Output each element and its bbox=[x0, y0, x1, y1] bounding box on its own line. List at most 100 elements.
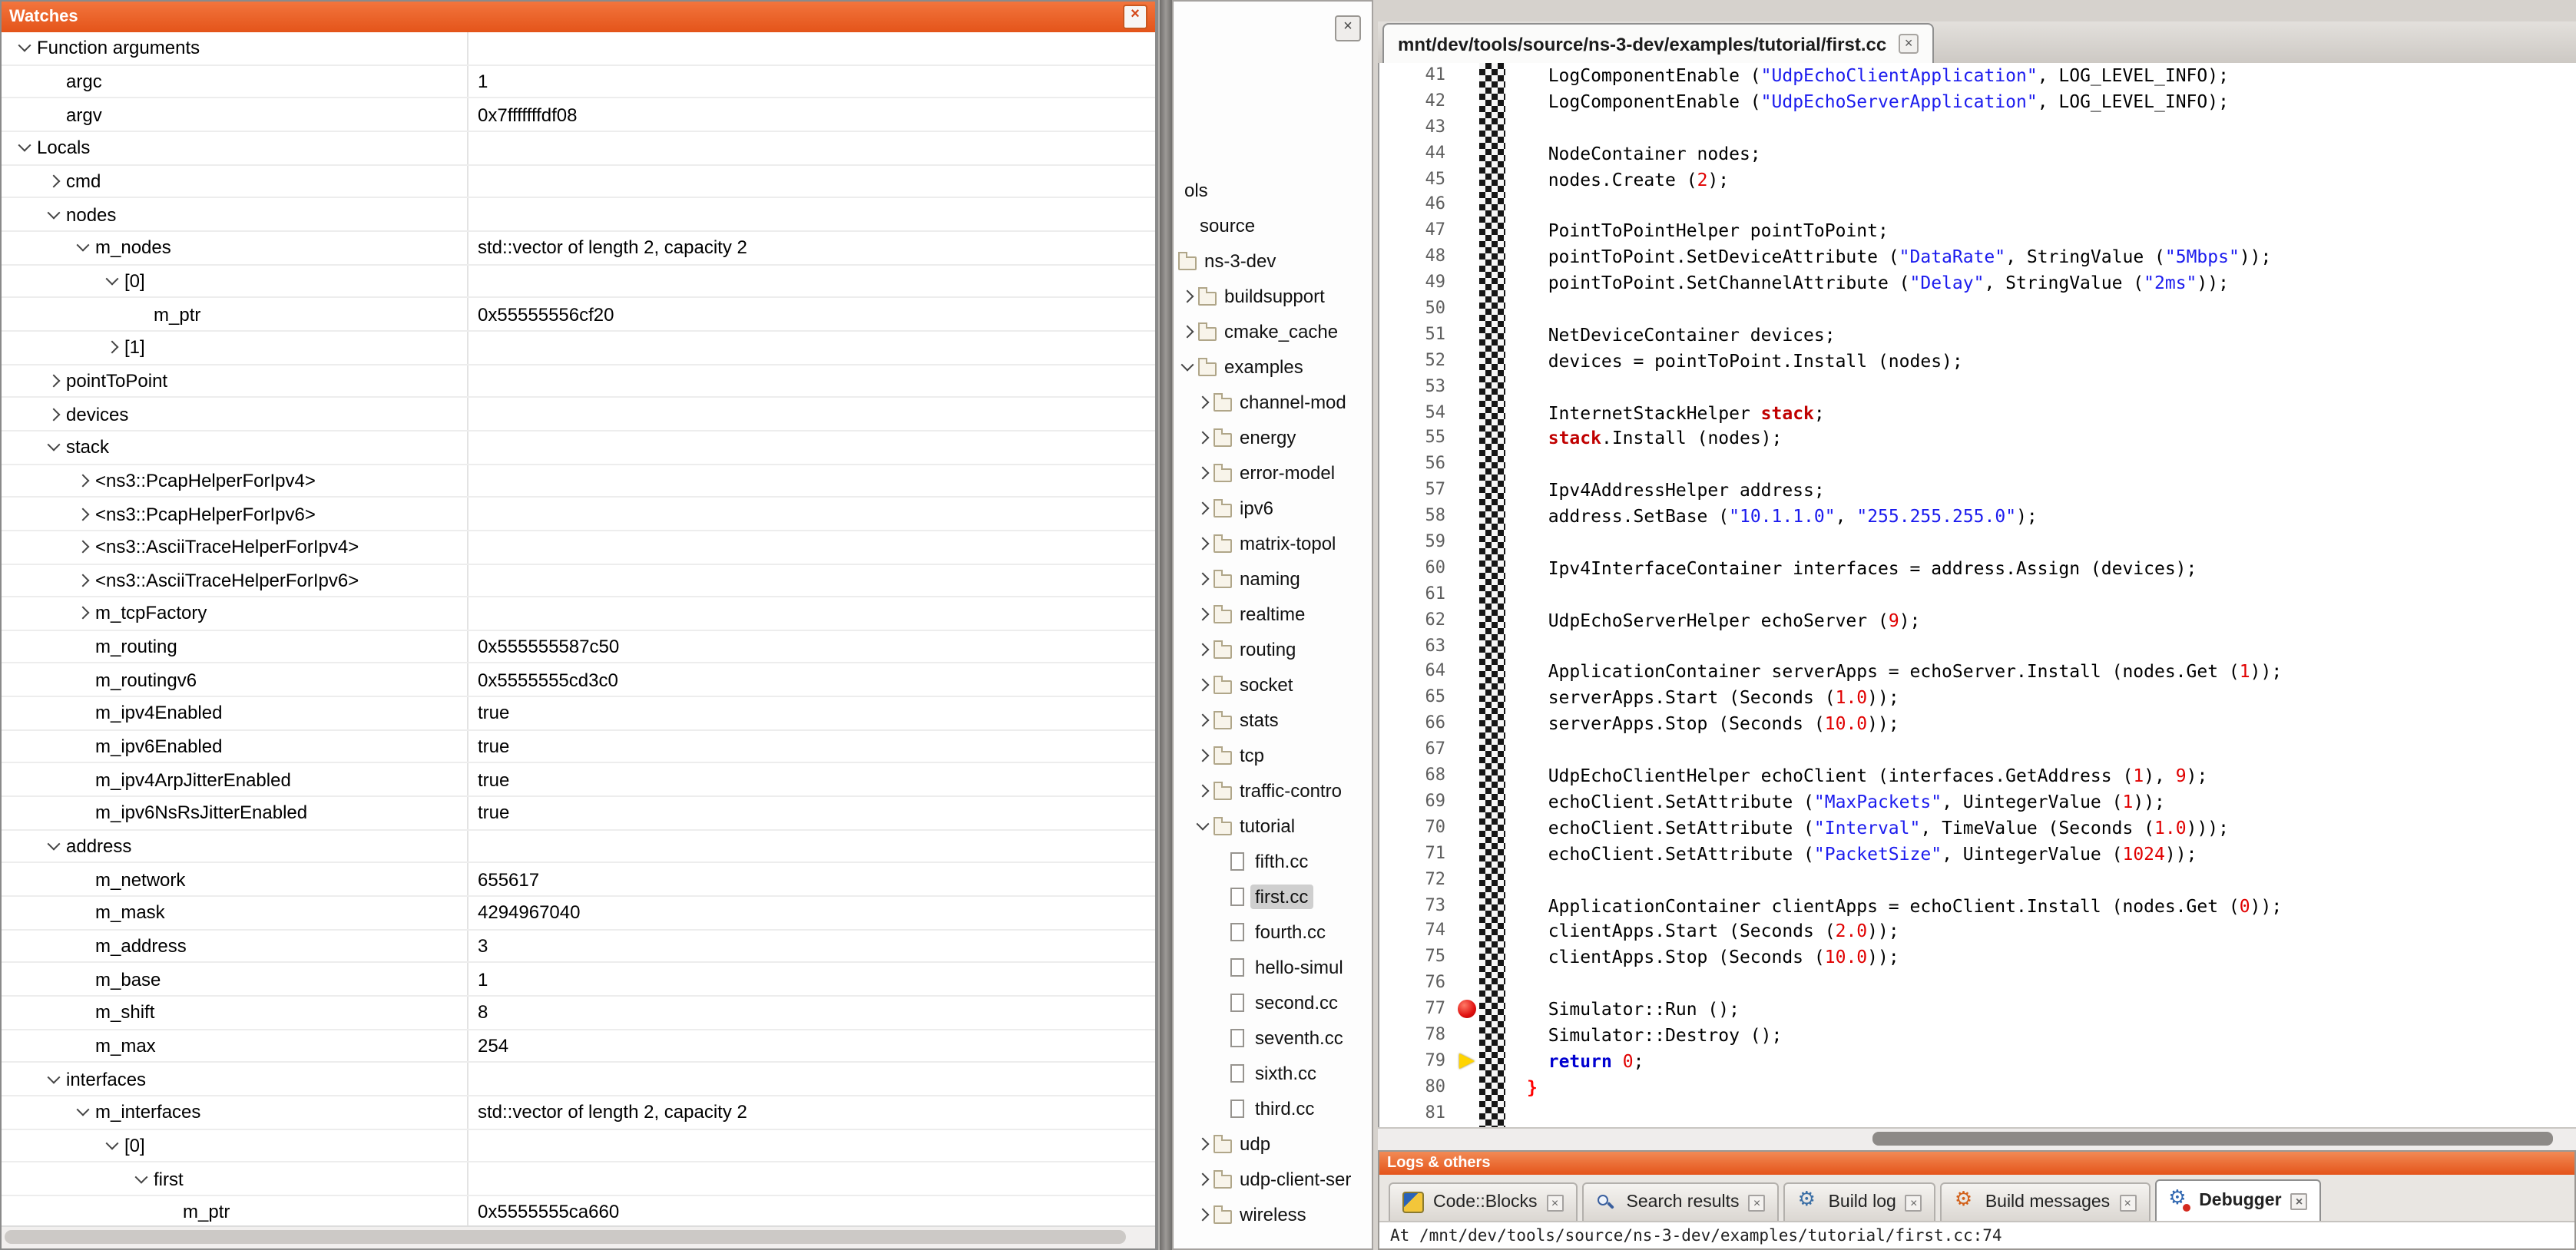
chevron-right-icon[interactable] bbox=[1192, 397, 1212, 406]
marker-margin[interactable] bbox=[1456, 633, 1479, 660]
code-area[interactable]: 41 LogComponentEnable ("UdpEchoClientApp… bbox=[1378, 63, 2576, 1129]
chevron-right-icon[interactable] bbox=[1192, 1174, 1212, 1183]
tree-item-ipv6[interactable]: ipv6 bbox=[1174, 490, 1372, 525]
log-tab-build-messages[interactable]: Build messages× bbox=[1941, 1182, 2150, 1221]
code-line[interactable]: 79 return 0; bbox=[1379, 1049, 2576, 1075]
close-icon[interactable]: × bbox=[1906, 1194, 1922, 1211]
code-line[interactable]: 61 bbox=[1379, 582, 2576, 608]
watch-row[interactable]: <ns3::PcapHelperForIpv4> bbox=[2, 465, 1155, 498]
watch-row[interactable]: m_ipv6NsRsJitterEnabledtrue bbox=[2, 797, 1155, 830]
watches-titlebar[interactable]: Watches × bbox=[2, 2, 1155, 32]
chevron-right-icon[interactable] bbox=[43, 409, 63, 418]
marker-margin[interactable] bbox=[1456, 349, 1479, 375]
tree-item-channel-mod[interactable]: channel-mod bbox=[1174, 384, 1372, 419]
watch-row[interactable]: nodes bbox=[2, 199, 1155, 232]
line-number[interactable]: 81 bbox=[1379, 1100, 1456, 1126]
chevron-down-icon[interactable] bbox=[1192, 821, 1212, 830]
tree-item-realtime[interactable]: realtime bbox=[1174, 596, 1372, 631]
line-number[interactable]: 57 bbox=[1379, 478, 1456, 504]
line-number[interactable]: 68 bbox=[1379, 763, 1456, 789]
chevron-down-icon[interactable] bbox=[72, 243, 92, 253]
marker-margin[interactable] bbox=[1456, 867, 1479, 893]
code-line[interactable]: 72 bbox=[1379, 867, 2576, 893]
close-icon[interactable]: × bbox=[1749, 1194, 1766, 1211]
line-number[interactable]: 66 bbox=[1379, 712, 1456, 738]
line-number[interactable]: 45 bbox=[1379, 167, 1456, 193]
watch-row[interactable]: m_ptr0x5555555ca660 bbox=[2, 1196, 1155, 1225]
tree-item-error-model[interactable]: error-model bbox=[1174, 455, 1372, 490]
watch-row[interactable]: m_routingv60x5555555cd3c0 bbox=[2, 664, 1155, 697]
marker-margin[interactable] bbox=[1456, 400, 1479, 426]
code-line[interactable]: 44 NodeContainer nodes; bbox=[1379, 141, 2576, 167]
chevron-right-icon[interactable] bbox=[1192, 468, 1212, 477]
close-icon[interactable]: × bbox=[2291, 1192, 2308, 1209]
watch-row[interactable]: m_address3 bbox=[2, 930, 1155, 963]
watch-row[interactable]: m_routing0x555555587c50 bbox=[2, 631, 1155, 664]
line-number[interactable]: 42 bbox=[1379, 89, 1456, 115]
marker-margin[interactable] bbox=[1456, 556, 1479, 582]
chevron-down-icon[interactable] bbox=[14, 44, 34, 53]
watch-row[interactable]: pointToPoint bbox=[2, 365, 1155, 398]
watch-row[interactable]: <ns3::AsciiTraceHelperForIpv6> bbox=[2, 564, 1155, 597]
line-number[interactable]: 58 bbox=[1379, 504, 1456, 530]
scrollbar-thumb[interactable] bbox=[1872, 1132, 2553, 1146]
watch-row[interactable]: address bbox=[2, 831, 1155, 864]
line-number[interactable]: 60 bbox=[1379, 556, 1456, 582]
line-number[interactable]: 80 bbox=[1379, 1074, 1456, 1100]
marker-margin[interactable] bbox=[1456, 660, 1479, 686]
code-line[interactable]: 54 InternetStackHelper stack; bbox=[1379, 400, 2576, 426]
marker-margin[interactable] bbox=[1456, 530, 1479, 556]
marker-margin[interactable] bbox=[1456, 789, 1479, 815]
line-number[interactable]: 54 bbox=[1379, 400, 1456, 426]
tree-item-fourth.cc[interactable]: fourth.cc bbox=[1174, 914, 1372, 949]
watch-row[interactable]: Function arguments bbox=[2, 32, 1155, 65]
code-line[interactable]: 74 clientApps.Start (Seconds (2.0)); bbox=[1379, 919, 2576, 945]
line-number[interactable]: 76 bbox=[1379, 971, 1456, 997]
chevron-right-icon[interactable] bbox=[1192, 785, 1212, 795]
code-line[interactable]: 78 Simulator::Destroy (); bbox=[1379, 1023, 2576, 1049]
close-icon[interactable]: × bbox=[1335, 15, 1361, 41]
watch-row[interactable]: m_mask4294967040 bbox=[2, 897, 1155, 930]
close-icon[interactable]: × bbox=[1123, 5, 1147, 29]
chevron-down-icon[interactable] bbox=[43, 842, 63, 851]
marker-margin[interactable] bbox=[1456, 452, 1479, 478]
marker-margin[interactable] bbox=[1456, 89, 1479, 115]
chevron-right-icon[interactable] bbox=[1192, 503, 1212, 512]
line-number[interactable]: 69 bbox=[1379, 789, 1456, 815]
watch-row[interactable]: m_ptr0x55555556cf20 bbox=[2, 299, 1155, 332]
watches-horizontal-scrollbar[interactable] bbox=[2, 1225, 1155, 1248]
watch-row[interactable]: <ns3::PcapHelperForIpv6> bbox=[2, 498, 1155, 531]
code-line[interactable]: 66 serverApps.Stop (Seconds (10.0)); bbox=[1379, 712, 2576, 738]
tree-item-sixth.cc[interactable]: sixth.cc bbox=[1174, 1055, 1372, 1090]
tree-item-hello-simul[interactable]: hello-simul bbox=[1174, 949, 1372, 984]
tree-item-routing[interactable]: routing bbox=[1174, 631, 1372, 666]
line-number[interactable]: 48 bbox=[1379, 244, 1456, 270]
chevron-right-icon[interactable] bbox=[72, 542, 92, 551]
code-line[interactable]: 53 bbox=[1379, 374, 2576, 400]
line-number[interactable]: 56 bbox=[1379, 452, 1456, 478]
watch-row[interactable]: [1] bbox=[2, 332, 1155, 365]
log-tab-debugger[interactable]: Debugger× bbox=[2154, 1179, 2321, 1221]
tree-item-energy[interactable]: energy bbox=[1174, 419, 1372, 455]
line-number[interactable]: 46 bbox=[1379, 193, 1456, 219]
code-line[interactable]: 46 bbox=[1379, 193, 2576, 219]
marker-margin[interactable] bbox=[1456, 893, 1479, 919]
code-line[interactable]: 65 serverApps.Start (Seconds (1.0)); bbox=[1379, 686, 2576, 712]
tree-item-tcp[interactable]: tcp bbox=[1174, 737, 1372, 772]
chevron-right-icon[interactable] bbox=[1192, 750, 1212, 759]
tree-item-socket[interactable]: socket bbox=[1174, 666, 1372, 702]
line-number[interactable]: 65 bbox=[1379, 686, 1456, 712]
code-line[interactable]: 62 UdpEchoServerHelper echoServer (9); bbox=[1379, 607, 2576, 633]
line-number[interactable]: 59 bbox=[1379, 530, 1456, 556]
code-line[interactable]: 50 bbox=[1379, 296, 2576, 322]
code-line[interactable]: 81 bbox=[1379, 1100, 2576, 1126]
chevron-right-icon[interactable] bbox=[1192, 432, 1212, 441]
watch-row[interactable]: argv0x7fffffffdf08 bbox=[2, 99, 1155, 132]
marker-margin[interactable] bbox=[1456, 426, 1479, 452]
line-number[interactable]: 41 bbox=[1379, 63, 1456, 89]
watch-row[interactable]: cmd bbox=[2, 165, 1155, 198]
tree-item-source[interactable]: source bbox=[1174, 207, 1372, 243]
close-icon[interactable]: × bbox=[1547, 1194, 1564, 1211]
chevron-down-icon[interactable] bbox=[43, 1074, 63, 1083]
line-number[interactable]: 63 bbox=[1379, 633, 1456, 660]
